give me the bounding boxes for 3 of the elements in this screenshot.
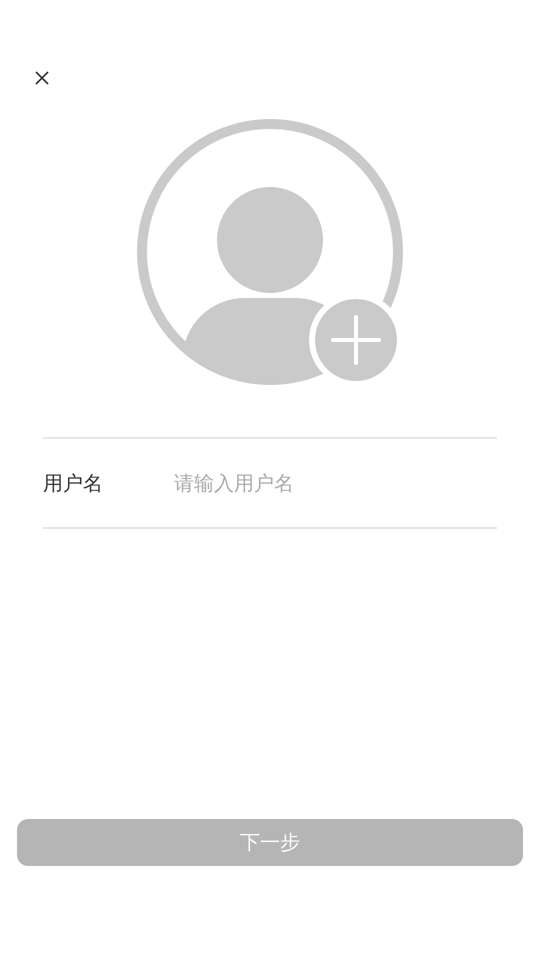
close-icon[interactable] bbox=[35, 71, 49, 85]
field-label: 用户名 bbox=[43, 470, 104, 496]
input-field[interactable]: 请输入用户名 bbox=[174, 471, 497, 495]
